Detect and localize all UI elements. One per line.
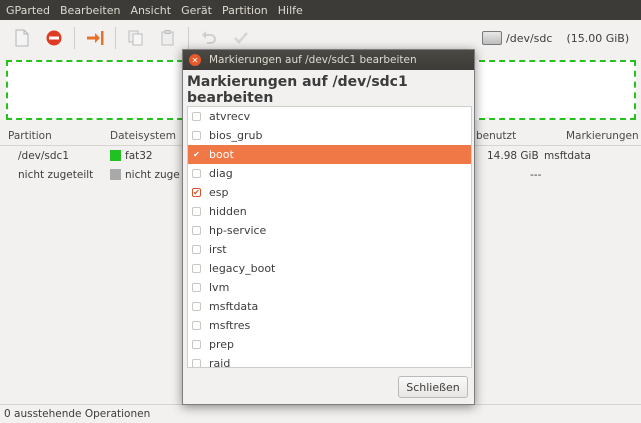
dialog-title: Markierungen auf /dev/sdc1 bearbeiten: [209, 54, 417, 66]
flag-item-diag[interactable]: diag: [188, 164, 471, 183]
flag-item-atvrecv[interactable]: atvrecv: [188, 107, 471, 126]
menubar: GParted Bearbeiten Ansicht Gerät Partiti…: [0, 0, 641, 20]
flag-label: raid: [209, 357, 231, 368]
checkbox[interactable]: [192, 245, 201, 254]
paste-button[interactable]: [156, 26, 180, 50]
resize-move-button[interactable]: [83, 26, 107, 50]
checkbox[interactable]: ✔: [192, 188, 201, 197]
apply-button[interactable]: [229, 26, 253, 50]
checkbox[interactable]: [192, 112, 201, 121]
flag-item-esp[interactable]: ✔ esp: [188, 183, 471, 202]
gparted-window: GParted Bearbeiten Ansicht Gerät Partiti…: [0, 0, 641, 423]
flag-label: atvrecv: [209, 110, 251, 123]
device-name: /dev/sdc: [506, 31, 553, 45]
filesystem-cell: fat32: [110, 150, 153, 162]
checkbox[interactable]: ✔: [192, 150, 201, 159]
flag-label: irst: [209, 243, 227, 256]
resize-move-icon: [87, 31, 104, 45]
checkbox[interactable]: [192, 131, 201, 140]
checkbox[interactable]: [192, 340, 201, 349]
checkbox[interactable]: [192, 169, 201, 178]
checkbox[interactable]: [192, 226, 201, 235]
flag-label: msftres: [209, 319, 251, 332]
flag-item-boot[interactable]: ✔ boot: [188, 145, 471, 164]
dialog-heading: Markierungen auf /dev/sdc1 bearbeiten: [187, 74, 408, 106]
flag-item-msftres[interactable]: msftres: [188, 316, 471, 335]
flag-label: prep: [209, 338, 235, 351]
filesystem-label: nicht zuge: [125, 169, 180, 181]
dialog-titlebar[interactable]: ✕ Markierungen auf /dev/sdc1 bearbeiten: [183, 50, 474, 70]
harddisk-icon: [482, 31, 502, 45]
menu-ansicht[interactable]: Ansicht: [130, 4, 171, 17]
checkbox[interactable]: [192, 264, 201, 273]
flag-label: hp-service: [209, 224, 267, 237]
partition-name: nicht zugeteilt: [18, 169, 94, 181]
filesystem-label: fat32: [125, 150, 153, 162]
column-header-partition[interactable]: Partition: [8, 130, 52, 142]
flag-item-legacy-boot[interactable]: legacy_boot: [188, 259, 471, 278]
flags-list: atvrecv bios_grub ✔ boot diag ✔ esp hidden…: [187, 106, 472, 368]
undo-icon: [202, 31, 216, 44]
flags-value: msftdata: [544, 150, 591, 162]
partition-name: /dev/sdc1: [18, 150, 70, 162]
checkbox[interactable]: [192, 207, 201, 216]
flag-item-hidden[interactable]: hidden: [188, 202, 471, 221]
new-partition-icon: [15, 29, 29, 47]
menu-hilfe[interactable]: Hilfe: [278, 4, 303, 17]
checkbox[interactable]: [192, 359, 201, 367]
flag-label: diag: [209, 167, 233, 180]
flag-item-lvm[interactable]: lvm: [188, 278, 471, 297]
new-partition-button[interactable]: [10, 26, 34, 50]
checkbox[interactable]: [192, 321, 201, 330]
undo-button[interactable]: [197, 26, 221, 50]
flag-label: hidden: [209, 205, 247, 218]
flag-label: boot: [209, 148, 234, 161]
flag-label: msftdata: [209, 300, 259, 313]
flag-label: esp: [209, 186, 229, 199]
checkbox[interactable]: [192, 283, 201, 292]
copy-button[interactable]: [124, 26, 148, 50]
menu-bearbeiten[interactable]: Bearbeiten: [60, 4, 120, 17]
flag-item-irst[interactable]: irst: [188, 240, 471, 259]
menu-geraet[interactable]: Gerät: [181, 4, 212, 17]
statusbar: 0 ausstehende Operationen: [0, 404, 641, 423]
filesystem-color-swatch: [110, 150, 121, 161]
pending-operations-text: 0 ausstehende Operationen: [4, 408, 151, 420]
unused-value: ---: [530, 169, 542, 181]
flag-item-raid[interactable]: raid: [188, 354, 471, 368]
flag-item-bios-grub[interactable]: bios_grub: [188, 126, 471, 145]
manage-flags-dialog: ✕ Markierungen auf /dev/sdc1 bearbeiten …: [182, 49, 475, 405]
apply-icon: [234, 32, 248, 44]
column-header-filesystem[interactable]: Dateisystem: [110, 130, 176, 142]
delete-icon: [46, 30, 62, 46]
flag-item-hp-service[interactable]: hp-service: [188, 221, 471, 240]
close-icon[interactable]: ✕: [189, 54, 201, 66]
menu-partition[interactable]: Partition: [222, 4, 268, 17]
device-selector[interactable]: /dev/sdc (15.00 GiB): [482, 26, 629, 50]
menu-gparted[interactable]: GParted: [6, 4, 50, 17]
toolbar-separator: [74, 27, 75, 49]
copy-icon: [128, 30, 143, 46]
delete-button[interactable]: [42, 26, 66, 50]
column-header-flags[interactable]: Markierungen: [566, 130, 639, 142]
filesystem-color-swatch: [110, 169, 121, 180]
close-button[interactable]: Schließen: [398, 376, 468, 398]
flag-item-prep[interactable]: prep: [188, 335, 471, 354]
flag-label: bios_grub: [209, 129, 263, 142]
toolbar-separator: [115, 27, 116, 49]
toolbar-separator: [188, 27, 189, 49]
column-header-unused[interactable]: benutzt: [476, 130, 516, 142]
flag-label: lvm: [209, 281, 230, 294]
filesystem-cell: nicht zuge: [110, 169, 180, 181]
checkbox[interactable]: [192, 302, 201, 311]
unused-value: 14.98 GiB: [487, 150, 539, 162]
flag-item-msftdata[interactable]: msftdata: [188, 297, 471, 316]
flag-label: legacy_boot: [209, 262, 276, 275]
device-size: (15.00 GiB): [566, 31, 630, 45]
paste-icon: [161, 30, 174, 46]
